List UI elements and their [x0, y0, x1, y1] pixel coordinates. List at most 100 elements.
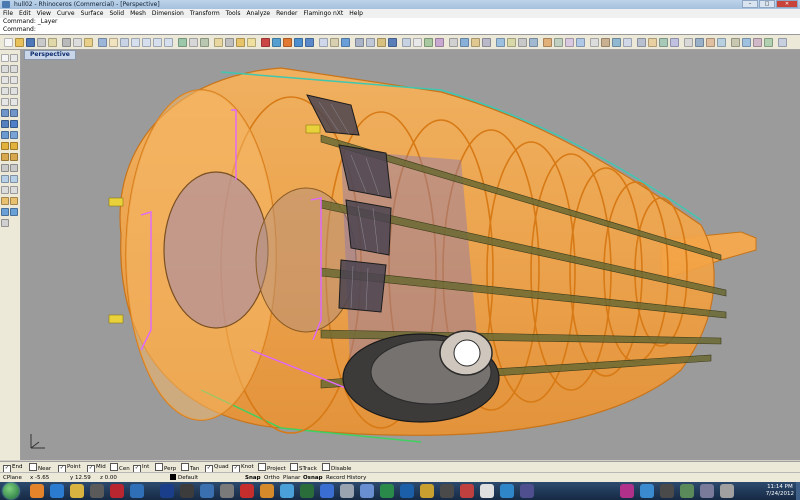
media-icon[interactable]: [90, 484, 104, 498]
onenote-icon[interactable]: [620, 484, 634, 498]
toolbar-tool-icon[interactable]: [659, 38, 668, 47]
menu-analyze[interactable]: Analyze: [246, 9, 270, 18]
toolbar-tool-icon[interactable]: [717, 38, 726, 47]
app-icon[interactable]: [420, 484, 434, 498]
rotate-view-icon[interactable]: [120, 38, 129, 47]
toolbar-tool-icon[interactable]: [449, 38, 458, 47]
transform-icon[interactable]: [1, 142, 9, 150]
app-icon[interactable]: [200, 484, 214, 498]
toolbar-tool-icon[interactable]: [355, 38, 364, 47]
fillet-icon[interactable]: [1, 186, 9, 194]
menu-solid[interactable]: Solid: [109, 9, 124, 18]
render-preview-icon[interactable]: [294, 38, 303, 47]
select-all-icon[interactable]: [214, 38, 223, 47]
osnap-checkbox[interactable]: [258, 463, 266, 471]
toolbar-tool-icon[interactable]: [424, 38, 433, 47]
copy-icon[interactable]: [73, 38, 82, 47]
app-icon[interactable]: [180, 484, 194, 498]
osnap-toggle[interactable]: Osnap: [303, 474, 323, 482]
move-icon[interactable]: [10, 142, 18, 150]
app-icon[interactable]: [520, 484, 534, 498]
status-cplane[interactable]: CPlane: [3, 474, 22, 482]
toolbar-tool-icon[interactable]: [388, 38, 397, 47]
app-icon[interactable]: [440, 484, 454, 498]
grid-icon[interactable]: [189, 38, 198, 47]
toolbar-tool-icon[interactable]: [778, 38, 787, 47]
osnap-checkbox[interactable]: [29, 463, 37, 471]
tray-icon[interactable]: [680, 484, 694, 498]
explode-icon[interactable]: [10, 175, 18, 183]
app-icon[interactable]: [340, 484, 354, 498]
close-button[interactable]: ✕: [776, 0, 798, 8]
menu-curve[interactable]: Curve: [57, 9, 75, 18]
toolbar-tool-icon[interactable]: [623, 38, 632, 47]
surface-icon[interactable]: [1, 109, 9, 117]
toolbar-tool-icon[interactable]: [402, 38, 411, 47]
four-view-icon[interactable]: [178, 38, 187, 47]
word-icon[interactable]: [400, 484, 414, 498]
toolbar-tool-icon[interactable]: [753, 38, 762, 47]
scale-icon[interactable]: [10, 153, 18, 161]
menu-view[interactable]: View: [37, 9, 51, 18]
menu-surface[interactable]: Surface: [81, 9, 104, 18]
toolbar-tool-icon[interactable]: [529, 38, 538, 47]
toolbar-tool-icon[interactable]: [695, 38, 704, 47]
tray-icon[interactable]: [640, 484, 654, 498]
layer-icon[interactable]: [272, 38, 281, 47]
curve-icon[interactable]: [10, 65, 18, 73]
menu-flamingo[interactable]: Flamingo nXt: [303, 9, 343, 18]
toolbar-tool-icon[interactable]: [366, 38, 375, 47]
menu-file[interactable]: File: [3, 9, 13, 18]
zoom-extents-icon[interactable]: [153, 38, 162, 47]
app-icon[interactable]: [220, 484, 234, 498]
app-icon[interactable]: [500, 484, 514, 498]
menu-edit[interactable]: Edit: [19, 9, 31, 18]
menu-mesh[interactable]: Mesh: [130, 9, 146, 18]
group-icon[interactable]: [1, 219, 9, 227]
menu-help[interactable]: Help: [349, 9, 363, 18]
polyline-icon[interactable]: [1, 65, 9, 73]
toolbar-tool-icon[interactable]: [543, 38, 552, 47]
join-icon[interactable]: [1, 175, 9, 183]
firefox-icon[interactable]: [30, 484, 44, 498]
rectangle-icon[interactable]: [10, 87, 18, 95]
volume-icon[interactable]: [720, 484, 734, 498]
perspective-viewport[interactable]: Perspective: [21, 50, 800, 460]
minimize-button[interactable]: –: [742, 0, 758, 8]
toolbar-tool-icon[interactable]: [684, 38, 693, 47]
command-line[interactable]: Command:: [0, 26, 800, 35]
zoom-dynamic-icon[interactable]: [131, 38, 140, 47]
toolbar-tool-icon[interactable]: [590, 38, 599, 47]
menu-transform[interactable]: Transform: [190, 9, 220, 18]
new-file-icon[interactable]: [4, 38, 13, 47]
cut-icon[interactable]: [62, 38, 71, 47]
start-button-icon[interactable]: [3, 483, 19, 499]
arc-icon[interactable]: [1, 76, 9, 84]
toolbar-tool-icon[interactable]: [576, 38, 585, 47]
osnap-checkbox[interactable]: [110, 463, 118, 471]
ortho-toggle[interactable]: Ortho: [264, 474, 280, 482]
toolbar-tool-icon[interactable]: [742, 38, 751, 47]
open-file-icon[interactable]: [15, 38, 24, 47]
light-bulb-icon[interactable]: [247, 38, 256, 47]
osnap-checkbox[interactable]: [181, 463, 189, 471]
point-icon[interactable]: [10, 54, 18, 62]
polygon-icon[interactable]: [1, 98, 9, 106]
toolbar-tool-icon[interactable]: [601, 38, 610, 47]
toolbar-tool-icon[interactable]: [764, 38, 773, 47]
select-arrow-icon[interactable]: [1, 54, 9, 62]
toolbar-tool-icon[interactable]: [637, 38, 646, 47]
app-icon[interactable]: [300, 484, 314, 498]
menu-dimension[interactable]: Dimension: [152, 9, 184, 18]
toolbar-tool-icon[interactable]: [507, 38, 516, 47]
print-icon[interactable]: [37, 38, 46, 47]
toolbar-tool-icon[interactable]: [413, 38, 422, 47]
menu-tools[interactable]: Tools: [226, 9, 241, 18]
cplane-icon[interactable]: [200, 38, 209, 47]
app-icon[interactable]: [320, 484, 334, 498]
status-layer-swatch[interactable]: Default: [170, 474, 198, 482]
app-icon[interactable]: [110, 484, 124, 498]
toolbar-tool-icon[interactable]: [648, 38, 657, 47]
undo-icon[interactable]: [98, 38, 107, 47]
record-history-toggle[interactable]: Record History: [326, 474, 366, 482]
